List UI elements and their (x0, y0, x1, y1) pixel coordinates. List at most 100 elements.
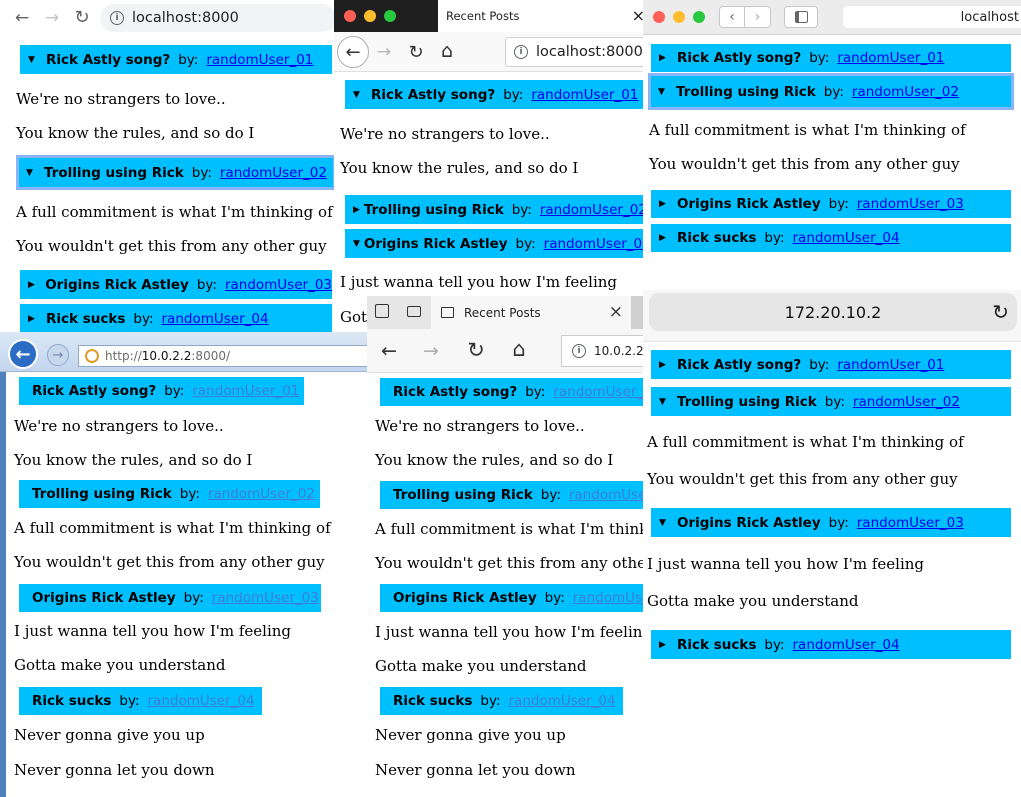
back-button[interactable]: ← (10, 7, 34, 29)
post-header-1[interactable]: ▶ Rick Astly song? by: randomUser_01 (651, 350, 1011, 379)
post-header-4[interactable]: Rick sucks by: randomUser_04 (19, 687, 262, 715)
zoom-dot-icon[interactable] (693, 11, 705, 23)
ie-window: ← → http:// 10.0.2.2 :8000/ Rick Astly s… (0, 332, 367, 797)
collapsed-arrow-icon: ▶ (659, 53, 666, 63)
tab-manager-icon[interactable] (375, 304, 389, 318)
author-link[interactable]: randomUser_02 (853, 394, 960, 410)
author-link[interactable]: randomUser_01 (206, 52, 313, 68)
post-header-4[interactable]: Rick sucks by: randomUser_04 (380, 687, 623, 715)
ie-address-bar[interactable]: http:// 10.0.2.2 :8000/ (78, 345, 367, 367)
author-link[interactable]: randomUser_02 (540, 202, 643, 218)
tab-close-icon[interactable]: × (632, 6, 643, 25)
post-header-2[interactable]: ▶ Trolling using Rick by: randomUser_02 (345, 195, 643, 224)
close-dot-icon[interactable] (653, 11, 665, 23)
chrome-toolbar: ← → ↻ i localhost:8000 (0, 0, 334, 36)
post-header-3[interactable]: ▼ Origins Rick Astley by: randomUser_03 (651, 508, 1011, 537)
back-button[interactable]: ← (8, 339, 38, 369)
sidebar-toggle-button[interactable] (784, 6, 818, 28)
post-header-2[interactable]: ▼ Trolling using Rick by: randomUser_02 (16, 155, 334, 190)
tab-aside-icon[interactable] (407, 306, 421, 317)
post-line: Never gonna give you up (14, 726, 205, 744)
author-link[interactable]: randomUser_03 (857, 196, 964, 212)
post-header-1[interactable]: ▼ Rick Astly song? by: randomUser_01 (345, 80, 643, 109)
post-header-1[interactable]: Rick Astly song? by: randomUser_01 (19, 377, 304, 405)
author-link[interactable]: randomUser_01 (531, 87, 638, 103)
post-header-4[interactable]: ▶ Rick sucks by: randomUser_04 (651, 224, 1011, 252)
author-link[interactable]: randomUser_01 (837, 50, 944, 66)
by-label: by: (540, 487, 561, 503)
author-link[interactable]: randomUser_02 (220, 165, 327, 181)
post-header-3[interactable]: ▼ Origins Rick Astley by: randomUser_03 (345, 229, 643, 258)
post-header-4[interactable]: ▶ Rick sucks by: randomUser_04 (20, 304, 332, 332)
forward-button[interactable]: → (419, 339, 443, 363)
tab-recent-posts[interactable]: Recent Posts × (431, 296, 631, 329)
safari-address-bar[interactable]: localhost (843, 6, 1021, 28)
info-icon[interactable]: i (514, 45, 528, 59)
home-button[interactable]: ⌂ (507, 337, 531, 361)
post-header-1[interactable]: ▼ Rick Astly song? by: randomUser_01 (20, 45, 332, 74)
back-button[interactable]: ← (377, 339, 401, 363)
post-line: Gotta make you understand (375, 657, 587, 675)
edge-address-bar[interactable]: i 10.0.2.2 (561, 335, 643, 367)
post-header-3[interactable]: ▶ Origins Rick Astley by: randomUser_03 (651, 190, 1011, 218)
reload-button[interactable]: ↻ (404, 40, 428, 64)
home-button[interactable]: ⌂ (435, 39, 459, 63)
author-link[interactable]: randomUser_03 (857, 515, 964, 531)
ios-address-bar[interactable]: 172.20.10.2 ↻ (649, 293, 1017, 331)
author-link[interactable]: randomUser_02 (208, 486, 315, 502)
minimize-dot-icon[interactable] (364, 10, 376, 22)
forward-button[interactable]: → (372, 40, 396, 64)
post-header-1[interactable]: Rick Astly song? by: randomUser_01 (380, 378, 643, 406)
author-link[interactable]: randomUser_01 (553, 384, 643, 400)
firefox-titlebar-dark (334, 0, 438, 32)
post-title: Rick Astly song? (677, 356, 802, 373)
new-tab-area[interactable] (631, 296, 643, 329)
author-link[interactable]: randomUser_03 (212, 590, 319, 606)
post-header-3[interactable]: Origins Rick Astley by: randomUser_03 (19, 584, 321, 612)
post-title: Rick sucks (32, 693, 112, 709)
tab-recent-posts[interactable]: Recent Posts × (438, 0, 643, 32)
post-line: We're no strangers to love.. (16, 90, 226, 108)
tab-close-icon[interactable]: × (609, 302, 623, 322)
reload-icon[interactable]: ↻ (992, 300, 1009, 324)
reload-button[interactable]: ↻ (70, 6, 94, 28)
expanded-arrow-icon: ▼ (353, 89, 360, 100)
author-link[interactable]: randomUser_02 (569, 487, 643, 503)
post-header-2[interactable]: Trolling using Rick by: randomUser_02 (380, 481, 643, 509)
author-link[interactable]: randomUser_02 (852, 84, 959, 100)
forward-button[interactable]: → (40, 7, 64, 29)
forward-button[interactable]: › (745, 7, 770, 27)
post-header-1[interactable]: ▶ Rick Astly song? by: randomUser_01 (651, 44, 1011, 72)
author-link[interactable]: randomUser_03 (225, 277, 332, 293)
author-link[interactable]: randomUser_04 (793, 637, 900, 653)
author-link[interactable]: randomUser_03 (573, 590, 643, 606)
author-link[interactable]: randomUser_03 (544, 236, 643, 252)
post-header-2[interactable]: ▼ Trolling using Rick by: randomUser_02 (648, 73, 1014, 110)
back-button[interactable]: ← (337, 36, 369, 68)
info-icon[interactable]: i (110, 11, 124, 25)
forward-button[interactable]: → (47, 344, 69, 366)
post-header-2[interactable]: Trolling using Rick by: randomUser_02 (19, 480, 320, 508)
info-icon[interactable]: i (572, 344, 586, 358)
post-header-3[interactable]: ▶ Origins Rick Astley by: randomUser_03 (20, 270, 332, 299)
post-header-3[interactable]: Origins Rick Astley by: randomUser_03 (380, 584, 643, 612)
firefox-address-bar[interactable]: i localhost:8000 (505, 37, 643, 67)
author-link[interactable]: randomUser_01 (837, 357, 944, 373)
post-header-4[interactable]: ▶ Rick sucks by: randomUser_04 (651, 630, 1011, 659)
zoom-dot-icon[interactable] (384, 10, 396, 22)
author-link[interactable]: randomUser_04 (793, 230, 900, 246)
minimize-dot-icon[interactable] (673, 11, 685, 23)
chrome-address-bar[interactable]: i localhost:8000 (100, 4, 334, 32)
back-button[interactable]: ‹ (720, 7, 746, 27)
author-link[interactable]: randomUser_01 (192, 383, 299, 399)
author-link[interactable]: randomUser_04 (162, 311, 269, 327)
post-header-2[interactable]: ▼ Trolling using Rick by: randomUser_02 (651, 387, 1011, 416)
by-label: by: (525, 384, 546, 400)
reload-button[interactable]: ↻ (464, 338, 488, 362)
author-link[interactable]: randomUser_04 (509, 693, 616, 709)
post-title: Origins Rick Astley (677, 514, 821, 531)
author-link[interactable]: randomUser_04 (148, 693, 255, 709)
post-line: You know the rules, and so do I (14, 451, 253, 469)
post-line: Never gonna give you up (375, 726, 566, 744)
close-dot-icon[interactable] (344, 10, 356, 22)
